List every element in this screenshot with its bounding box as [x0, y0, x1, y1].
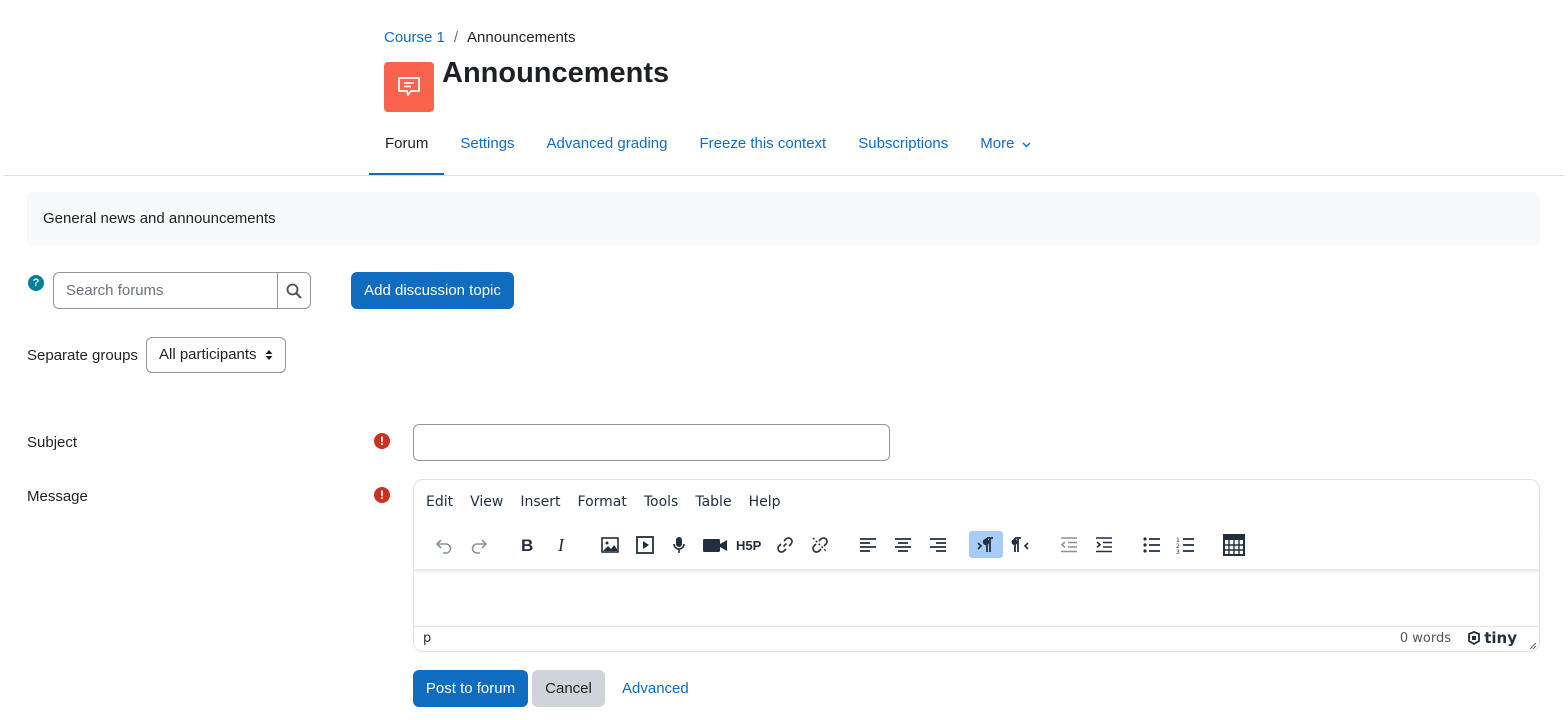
menu-help[interactable]: Help: [749, 494, 781, 510]
editor-statusbar: p 0 words tiny: [414, 626, 1539, 651]
bullet-list-icon[interactable]: [1135, 531, 1169, 558]
breadcrumb-course-link[interactable]: Course 1: [384, 29, 445, 46]
tiny-logo[interactable]: tiny: [1467, 629, 1517, 647]
breadcrumb: Course 1 / Announcements: [384, 29, 575, 46]
menu-edit[interactable]: Edit: [426, 494, 453, 510]
message-editor: Edit View Insert Format Tools Table Help…: [413, 479, 1540, 652]
outdent-icon[interactable]: [1052, 531, 1086, 558]
add-discussion-topic-button[interactable]: Add discussion topic: [351, 272, 514, 309]
nav-divider: [4, 175, 1564, 176]
record-audio-icon[interactable]: [662, 531, 696, 558]
menu-view[interactable]: View: [470, 494, 503, 510]
page-header: Announcements: [384, 57, 669, 112]
breadcrumb-separator: /: [453, 29, 459, 46]
tiny-logo-text: tiny: [1484, 629, 1517, 647]
subject-input[interactable]: [413, 424, 890, 461]
menu-tools[interactable]: Tools: [644, 494, 679, 510]
post-to-forum-button[interactable]: Post to forum: [413, 670, 528, 707]
menu-insert[interactable]: Insert: [520, 494, 560, 510]
message-label: Message: [27, 488, 88, 505]
numbered-list-icon[interactable]: 123: [1169, 531, 1203, 558]
indent-icon[interactable]: [1087, 531, 1121, 558]
record-video-icon[interactable]: [698, 531, 732, 558]
cancel-button[interactable]: Cancel: [532, 670, 605, 707]
editor-menubar: Edit View Insert Format Tools Table Help: [426, 494, 797, 510]
menu-format[interactable]: Format: [578, 494, 627, 510]
tab-advanced-grading[interactable]: Advanced grading: [531, 124, 684, 176]
tab-freeze-this-context[interactable]: Freeze this context: [683, 124, 842, 176]
forum-icon: [384, 62, 434, 112]
media-icon[interactable]: [628, 531, 662, 558]
table-icon[interactable]: [1217, 531, 1251, 558]
redo-icon[interactable]: [462, 531, 496, 558]
h5p-icon[interactable]: H5P: [732, 531, 766, 558]
secondary-navigation: Forum Settings Advanced grading Freeze t…: [369, 124, 1047, 176]
help-icon[interactable]: ?: [28, 275, 44, 291]
tiny-logo-icon: [1468, 631, 1481, 645]
align-center-icon[interactable]: [886, 531, 920, 558]
separate-groups-label: Separate groups: [27, 347, 138, 364]
undo-icon[interactable]: [427, 531, 461, 558]
sort-caret-icon: [265, 350, 273, 360]
breadcrumb-current: Announcements: [467, 29, 576, 46]
image-icon[interactable]: [593, 531, 627, 558]
groups-select[interactable]: All participants: [146, 337, 286, 373]
ltr-icon[interactable]: [969, 531, 1003, 558]
required-icon: !: [374, 487, 390, 503]
forum-intro-text: General news and announcements: [43, 210, 276, 227]
resize-handle-icon[interactable]: [1527, 640, 1537, 650]
word-count[interactable]: 0 words: [1400, 631, 1451, 646]
tab-subscriptions[interactable]: Subscriptions: [842, 124, 964, 176]
italic-icon[interactable]: I: [545, 531, 579, 558]
page-title: Announcements: [442, 57, 670, 89]
tab-more[interactable]: More: [964, 124, 1046, 176]
search-icon: [286, 283, 302, 299]
tab-more-label: More: [980, 135, 1015, 152]
advanced-link[interactable]: Advanced: [622, 680, 689, 697]
search-input[interactable]: [53, 272, 278, 309]
svg-text:H5P: H5P: [736, 538, 762, 553]
menu-table[interactable]: Table: [695, 494, 731, 510]
rtl-icon[interactable]: [1004, 531, 1038, 558]
groups-select-value: All participants: [159, 346, 257, 363]
required-icon: !: [374, 433, 390, 449]
search-button[interactable]: [277, 272, 311, 309]
element-path[interactable]: p: [423, 631, 431, 646]
forum-intro: General news and announcements: [27, 192, 1540, 246]
unlink-icon[interactable]: [803, 531, 837, 558]
subject-label: Subject: [27, 434, 78, 451]
editor-toolbar: B I H5P 123: [414, 529, 1539, 569]
bold-icon[interactable]: B: [510, 531, 544, 558]
chevron-down-icon: [1022, 142, 1031, 148]
tab-settings[interactable]: Settings: [444, 124, 530, 176]
align-left-icon[interactable]: [851, 531, 885, 558]
svg-text:3: 3: [1176, 549, 1180, 555]
align-right-icon[interactable]: [921, 531, 955, 558]
link-icon[interactable]: [768, 531, 802, 558]
search-forums: [53, 272, 311, 309]
svg-text:B: B: [521, 536, 533, 555]
svg-text:I: I: [557, 535, 565, 555]
tab-forum[interactable]: Forum: [369, 124, 445, 176]
